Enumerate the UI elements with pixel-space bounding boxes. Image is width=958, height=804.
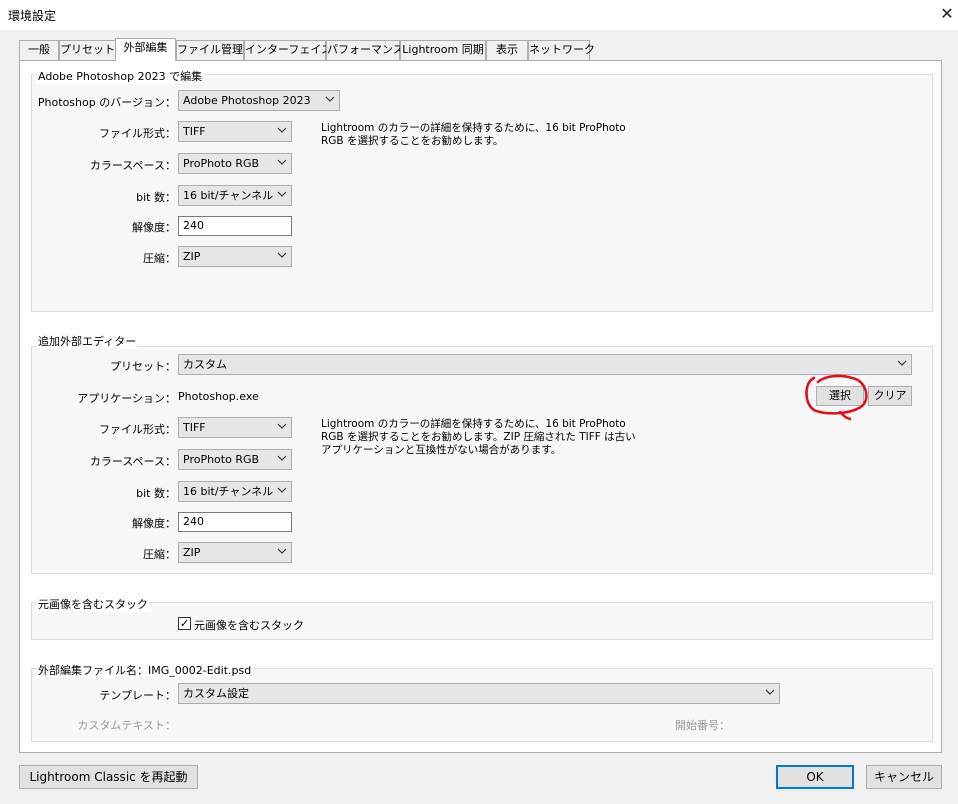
extra-app-label: アプリケーション：	[77, 392, 176, 405]
extra-resolution-label: 解像度：	[132, 517, 176, 530]
chevron-down-icon	[277, 127, 287, 133]
ps-format-select[interactable]: TIFF	[178, 121, 292, 142]
title-bar	[0, 0, 958, 30]
tab-interface[interactable]: インターフェイス	[244, 40, 332, 60]
additional-editor-group-title: 追加外部エディター	[36, 333, 139, 349]
extra-colorspace-value: ProPhoto RGB	[183, 453, 260, 466]
ps-resolution-input[interactable]: 240	[178, 216, 292, 236]
cancel-button[interactable]: キャンセル	[866, 765, 942, 789]
extra-format-select[interactable]: TIFF	[178, 417, 292, 438]
tab-network[interactable]: ネットワーク	[528, 40, 595, 60]
ps-note-line1: Lightroom のカラーの詳細を保持するために、16 bit ProPhot…	[321, 122, 626, 134]
red-circle-annotation-icon	[805, 374, 868, 421]
clear-button[interactable]: クリア	[868, 386, 912, 406]
ps-version-value: Adobe Photoshop 2023	[183, 94, 311, 107]
ps-bitdepth-label: bit 数：	[136, 191, 176, 204]
tab-presets[interactable]: プリセット	[59, 40, 116, 60]
ps-version-select[interactable]: Adobe Photoshop 2023	[178, 90, 340, 111]
extra-note-line1: Lightroom のカラーの詳細を保持するために、16 bit ProPhot…	[321, 418, 626, 430]
chevron-down-icon	[277, 423, 287, 429]
template-select[interactable]: カスタム設定	[178, 683, 780, 704]
stack-group-title: 元画像を含むスタック	[36, 596, 150, 612]
ps-colorspace-value: ProPhoto RGB	[183, 157, 260, 170]
tab-general[interactable]: 一般	[19, 40, 59, 60]
ps-format-label: ファイル形式：	[99, 127, 176, 140]
tab-external-editing[interactable]: 外部編集	[115, 38, 176, 61]
chevron-down-icon	[277, 455, 287, 461]
file-naming-group-title: 外部編集ファイル名：IMG_0002-Edit.psd	[36, 662, 254, 678]
extra-app-value: Photoshop.exe	[178, 390, 259, 403]
extra-note-line3: アプリケーションと互換性がない場合があります。	[321, 444, 562, 456]
extra-preset-value: カスタム	[183, 358, 227, 371]
tab-performance[interactable]: パフォーマンス	[326, 40, 404, 60]
checkmark-icon: ✓	[179, 617, 190, 630]
chevron-down-icon	[277, 548, 287, 554]
ps-note: Lightroom のカラーの詳細を保持するために、16 bit ProPhot…	[321, 122, 626, 148]
extra-note-line2: RGB を選択することをお勧めします。ZIP 圧縮された TIFF は古い	[321, 431, 636, 443]
chevron-down-icon	[277, 487, 287, 493]
stack-group	[31, 602, 933, 640]
tab-lightroom-sync[interactable]: Lightroom 同期	[400, 40, 486, 60]
ps-bitdepth-value: 16 bit/チャンネル	[183, 189, 274, 202]
extra-resolution-input[interactable]: 240	[178, 512, 292, 532]
chevron-down-icon	[325, 96, 335, 102]
extra-colorspace-label: カラースペース：	[89, 455, 176, 468]
chevron-down-icon	[897, 360, 907, 366]
ps-compression-select[interactable]: ZIP	[178, 246, 292, 267]
chevron-down-icon	[277, 252, 287, 258]
extra-compression-value: ZIP	[183, 546, 201, 559]
ps-colorspace-label: カラースペース：	[89, 159, 176, 172]
restart-lightroom-button[interactable]: Lightroom Classic を再起動	[19, 765, 198, 789]
tab-display[interactable]: 表示	[486, 40, 528, 60]
ps-note-line2: RGB を選択することをお勧めします。	[321, 135, 504, 147]
stack-checkbox[interactable]: ✓	[178, 617, 191, 630]
tab-file-handling[interactable]: ファイル管理	[176, 40, 244, 60]
template-label: テンプレート：	[99, 689, 176, 702]
chevron-down-icon	[277, 159, 287, 165]
close-icon[interactable]: ✕	[936, 4, 958, 26]
template-value: カスタム設定	[183, 687, 249, 700]
ps-compression-value: ZIP	[183, 250, 201, 263]
ps-version-label: Photoshop のバージョン：	[37, 96, 176, 109]
photoshop-group-title: Adobe Photoshop 2023 で編集	[36, 68, 205, 84]
extra-bitdepth-select[interactable]: 16 bit/チャンネル	[178, 481, 292, 502]
ps-compression-label: 圧縮：	[143, 252, 176, 265]
chevron-down-icon	[765, 689, 775, 695]
extra-bitdepth-value: 16 bit/チャンネル	[183, 485, 274, 498]
extra-colorspace-select[interactable]: ProPhoto RGB	[178, 449, 292, 470]
window-title: 環境設定	[8, 9, 57, 23]
stack-checkbox-label[interactable]: 元画像を含むスタック	[194, 617, 304, 633]
start-number-label: 開始番号：	[675, 719, 730, 732]
extra-format-value: TIFF	[183, 421, 206, 434]
extra-compression-select[interactable]: ZIP	[178, 542, 292, 563]
ps-bitdepth-select[interactable]: 16 bit/チャンネル	[178, 185, 292, 206]
extra-compression-label: 圧縮：	[143, 548, 176, 561]
extra-bitdepth-label: bit 数：	[136, 487, 176, 500]
extra-format-label: ファイル形式：	[99, 423, 176, 436]
extra-preset-label: プリセット：	[110, 360, 176, 373]
ok-button[interactable]: OK	[776, 765, 854, 789]
ps-format-value: TIFF	[183, 125, 206, 138]
extra-note: Lightroom のカラーの詳細を保持するために、16 bit ProPhot…	[321, 418, 636, 457]
ps-colorspace-select[interactable]: ProPhoto RGB	[178, 153, 292, 174]
custom-text-label: カスタムテキスト：	[77, 719, 176, 732]
chevron-down-icon	[277, 191, 287, 197]
ps-resolution-label: 解像度：	[132, 221, 176, 234]
